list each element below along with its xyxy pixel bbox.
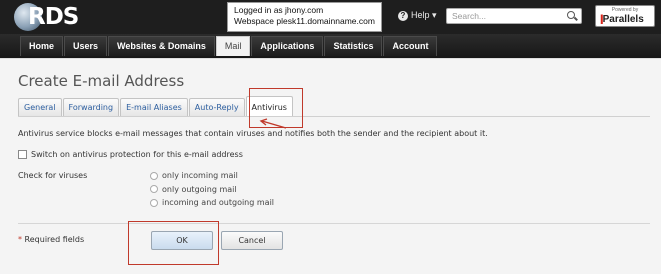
radio-label: only incoming mail bbox=[162, 171, 238, 181]
search-icon[interactable] bbox=[567, 11, 575, 19]
help-label: Help ▾ bbox=[411, 10, 437, 20]
help-icon: ? bbox=[398, 10, 408, 21]
radio-option[interactable]: incoming and outgoing mail bbox=[150, 196, 274, 210]
antivirus-description: Antivirus service blocks e-mail messages… bbox=[18, 129, 488, 138]
login-info: Logged in as jhony.com Webspace plesk11.… bbox=[227, 2, 382, 32]
tab-auto-reply[interactable]: Auto-Reply bbox=[188, 98, 245, 117]
login-user: Logged in as jhony.com bbox=[234, 5, 324, 15]
tab-general[interactable]: General bbox=[18, 98, 62, 117]
nav-users[interactable]: Users bbox=[64, 36, 108, 56]
parallels-logo: Powered by Parallels bbox=[595, 5, 655, 27]
help-menu[interactable]: ? Help ▾ bbox=[398, 10, 437, 21]
rds-logo: RDS bbox=[14, 3, 80, 33]
radio-label: incoming and outgoing mail bbox=[162, 198, 275, 208]
cancel-button[interactable]: Cancel bbox=[221, 231, 283, 250]
radio-option[interactable]: only outgoing mail bbox=[150, 183, 274, 197]
search-placeholder: Search... bbox=[452, 11, 487, 21]
form-separator bbox=[18, 223, 650, 224]
tab-divider bbox=[18, 116, 650, 117]
login-webspace: Webspace plesk11.domainname.com bbox=[234, 16, 375, 26]
nav-account[interactable]: Account bbox=[383, 36, 438, 56]
antivirus-switch-row: Switch on antivirus protection for this … bbox=[18, 150, 243, 159]
nav-applications[interactable]: Applications bbox=[251, 36, 324, 56]
annotation-box-ok bbox=[128, 221, 219, 265]
nav-home[interactable]: Home bbox=[20, 36, 64, 56]
nav-websites-domains[interactable]: Websites & Domains bbox=[108, 36, 215, 56]
antivirus-switch-checkbox[interactable] bbox=[18, 150, 27, 159]
radio-button[interactable] bbox=[150, 198, 158, 207]
radio-label: only outgoing mail bbox=[162, 184, 237, 194]
main-nav: Home Users Websites & Domains Mail Appli… bbox=[20, 36, 438, 56]
tab-email-aliases[interactable]: E-mail Aliases bbox=[120, 98, 188, 117]
powered-by-text: Powered by bbox=[611, 7, 639, 13]
check-for-viruses-label: Check for viruses bbox=[18, 171, 88, 180]
antivirus-switch-label: Switch on antivirus protection for this … bbox=[31, 150, 243, 159]
main-content: Create E-mail Address General Forwarding… bbox=[0, 58, 661, 274]
nav-statistics[interactable]: Statistics bbox=[324, 36, 383, 56]
search-input[interactable]: Search... bbox=[446, 8, 582, 24]
tab-forwarding[interactable]: Forwarding bbox=[62, 98, 120, 117]
virus-check-options: only incoming mail only outgoing mail in… bbox=[150, 169, 274, 210]
required-label: Required fields bbox=[24, 235, 85, 244]
nav-mail[interactable]: Mail bbox=[215, 36, 251, 56]
radio-button[interactable] bbox=[150, 185, 158, 194]
required-fields-note: * Required fields bbox=[18, 235, 84, 244]
page-title: Create E-mail Address bbox=[18, 72, 185, 90]
required-star: * bbox=[18, 235, 22, 244]
parallels-text: Parallels bbox=[600, 14, 644, 25]
radio-option[interactable]: only incoming mail bbox=[150, 169, 274, 183]
radio-button[interactable] bbox=[150, 171, 158, 180]
